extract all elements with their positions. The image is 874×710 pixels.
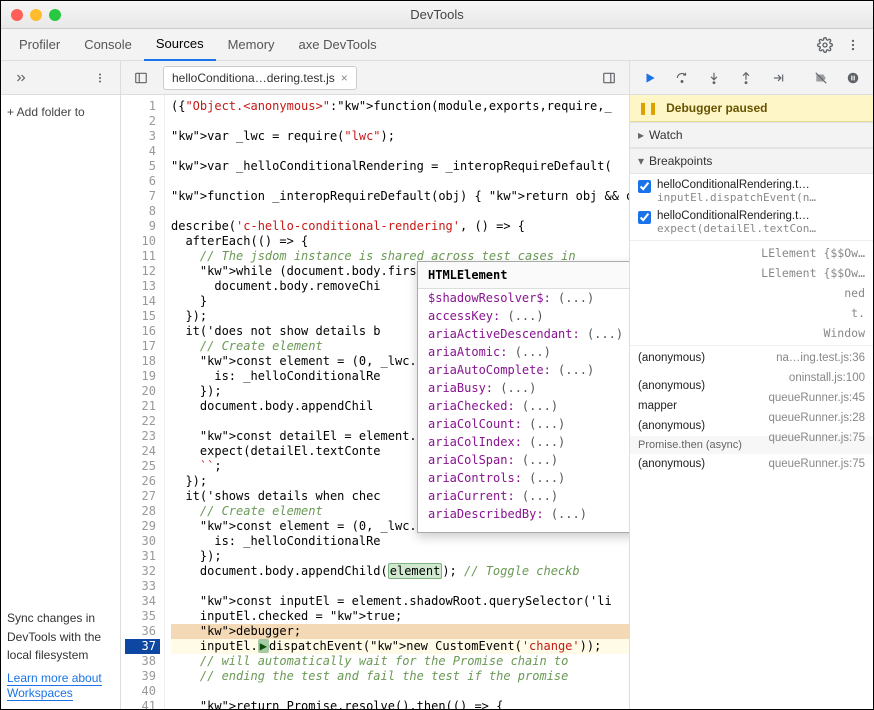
tooltip-property[interactable]: ariaColCount: (...) [418, 415, 629, 433]
code-editor[interactable]: 1234567891011121314151617181920212223242… [121, 95, 629, 709]
callstack-frame[interactable]: (anonymous)queueRunner.js:75 [630, 454, 873, 474]
panel-tabs: ProfilerConsoleSourcesMemoryaxe DevTools [1, 29, 873, 61]
gear-icon[interactable] [813, 33, 837, 57]
navigator-pane: + Add folder to Sync changes in DevTools… [1, 95, 121, 709]
scope-variable[interactable]: t. [630, 303, 873, 323]
tab-axe-devtools[interactable]: axe DevTools [287, 29, 389, 61]
tab-console[interactable]: Console [72, 29, 144, 61]
tooltip-property[interactable]: ariaChecked: (...) [418, 397, 629, 415]
tab-profiler[interactable]: Profiler [7, 29, 72, 61]
toggle-navigator-icon[interactable] [129, 66, 153, 90]
tooltip-property[interactable]: ariaColSpan: (...) [418, 451, 629, 469]
breakpoints-section[interactable]: ▾Breakpoints [630, 148, 873, 174]
tooltip-property[interactable]: ariaDescribedBy: (...) [418, 505, 629, 523]
tooltip-property[interactable]: ariaControls: (...) [418, 469, 629, 487]
tooltip-property[interactable]: ariaCurrent: (...) [418, 487, 629, 505]
step-button[interactable] [766, 66, 790, 90]
file-tab-name: helloConditiona…dering.test.js [172, 71, 335, 85]
step-out-button[interactable] [734, 66, 758, 90]
close-tab-icon[interactable]: × [341, 71, 348, 85]
resume-button[interactable] [638, 66, 662, 90]
breakpoint-item[interactable]: helloConditionalRendering.t…expect(detai… [630, 207, 873, 238]
learn-more-link[interactable]: Learn more about [7, 671, 102, 686]
breakpoint-checkbox[interactable] [638, 211, 651, 224]
tooltip-header: HTMLElement [418, 262, 629, 289]
breakpoint-checkbox[interactable] [638, 180, 651, 193]
workspaces-link[interactable]: Workspaces [7, 686, 73, 701]
step-over-button[interactable] [670, 66, 694, 90]
debugger-banner-text: Debugger paused [666, 101, 767, 115]
tooltip-property[interactable]: ariaColIndex: (...) [418, 433, 629, 451]
titlebar: DevTools [1, 1, 873, 29]
deactivate-breakpoints-button[interactable] [809, 66, 833, 90]
scope-list: LElement {$$Ow…LElement {$$Ow…nedt.Windo… [630, 240, 873, 345]
highlighted-token[interactable]: element [388, 563, 443, 579]
step-into-button[interactable] [702, 66, 726, 90]
tooltip-property[interactable]: $shadowResolver$: (...) [418, 289, 629, 307]
scope-variable[interactable]: LElement {$$Ow… [630, 263, 873, 283]
window-controls [1, 9, 61, 21]
gutter[interactable]: 1234567891011121314151617181920212223242… [121, 95, 165, 709]
tooltip-property[interactable]: ariaAtomic: (...) [418, 343, 629, 361]
window-title: DevTools [410, 7, 463, 22]
tab-memory[interactable]: Memory [216, 29, 287, 61]
tab-sources[interactable]: Sources [144, 29, 216, 61]
callstack-list: (anonymous)na…ing.test.js:36oninstall.js… [630, 345, 873, 476]
scope-variable[interactable]: LElement {$$Ow… [630, 243, 873, 263]
show-navigator-icon[interactable] [9, 66, 33, 90]
zoom-window[interactable] [49, 9, 61, 21]
nav-kebab-icon[interactable] [88, 66, 112, 90]
file-tab[interactable]: helloConditiona…dering.test.js × [163, 66, 357, 90]
tooltip-property[interactable]: ariaBusy: (...) [418, 379, 629, 397]
pause-icon: ❚❚ [638, 101, 658, 115]
watch-section[interactable]: ▸Watch [630, 122, 873, 148]
scope-variable[interactable]: ned [630, 283, 873, 303]
minimize-window[interactable] [30, 9, 42, 21]
callstack-frame[interactable]: (anonymous)na…ing.test.js:36 [630, 348, 873, 368]
scope-variable[interactable]: Window [630, 323, 873, 343]
value-tooltip[interactable]: HTMLElement $shadowResolver$: (...)acces… [417, 261, 629, 533]
callstack-frame[interactable]: oninstall.js:100 [630, 368, 873, 376]
kebab-menu-icon[interactable] [841, 33, 865, 57]
debugger-pane: ❚❚ Debugger paused ▸Watch ▾Breakpoints h… [629, 95, 873, 709]
tooltip-property[interactable]: accessKey: (...) [418, 307, 629, 325]
toggle-debugger-icon[interactable] [597, 66, 621, 90]
breakpoint-item[interactable]: helloConditionalRendering.t…inputEl.disp… [630, 176, 873, 207]
tooltip-property[interactable]: ariaAutoComplete: (...) [418, 361, 629, 379]
breakpoint-list: helloConditionalRendering.t…inputEl.disp… [630, 174, 873, 240]
sources-toolbar: helloConditiona…dering.test.js × [1, 61, 873, 95]
tooltip-property[interactable]: ariaActiveDescendant: (...) [418, 325, 629, 343]
pause-on-exceptions-button[interactable] [841, 66, 865, 90]
add-folder-button[interactable]: + Add folder to [7, 103, 114, 125]
sync-description: Sync changes in DevTools with the local … [7, 609, 114, 665]
close-window[interactable] [11, 9, 23, 21]
debugger-banner: ❚❚ Debugger paused [630, 95, 873, 122]
